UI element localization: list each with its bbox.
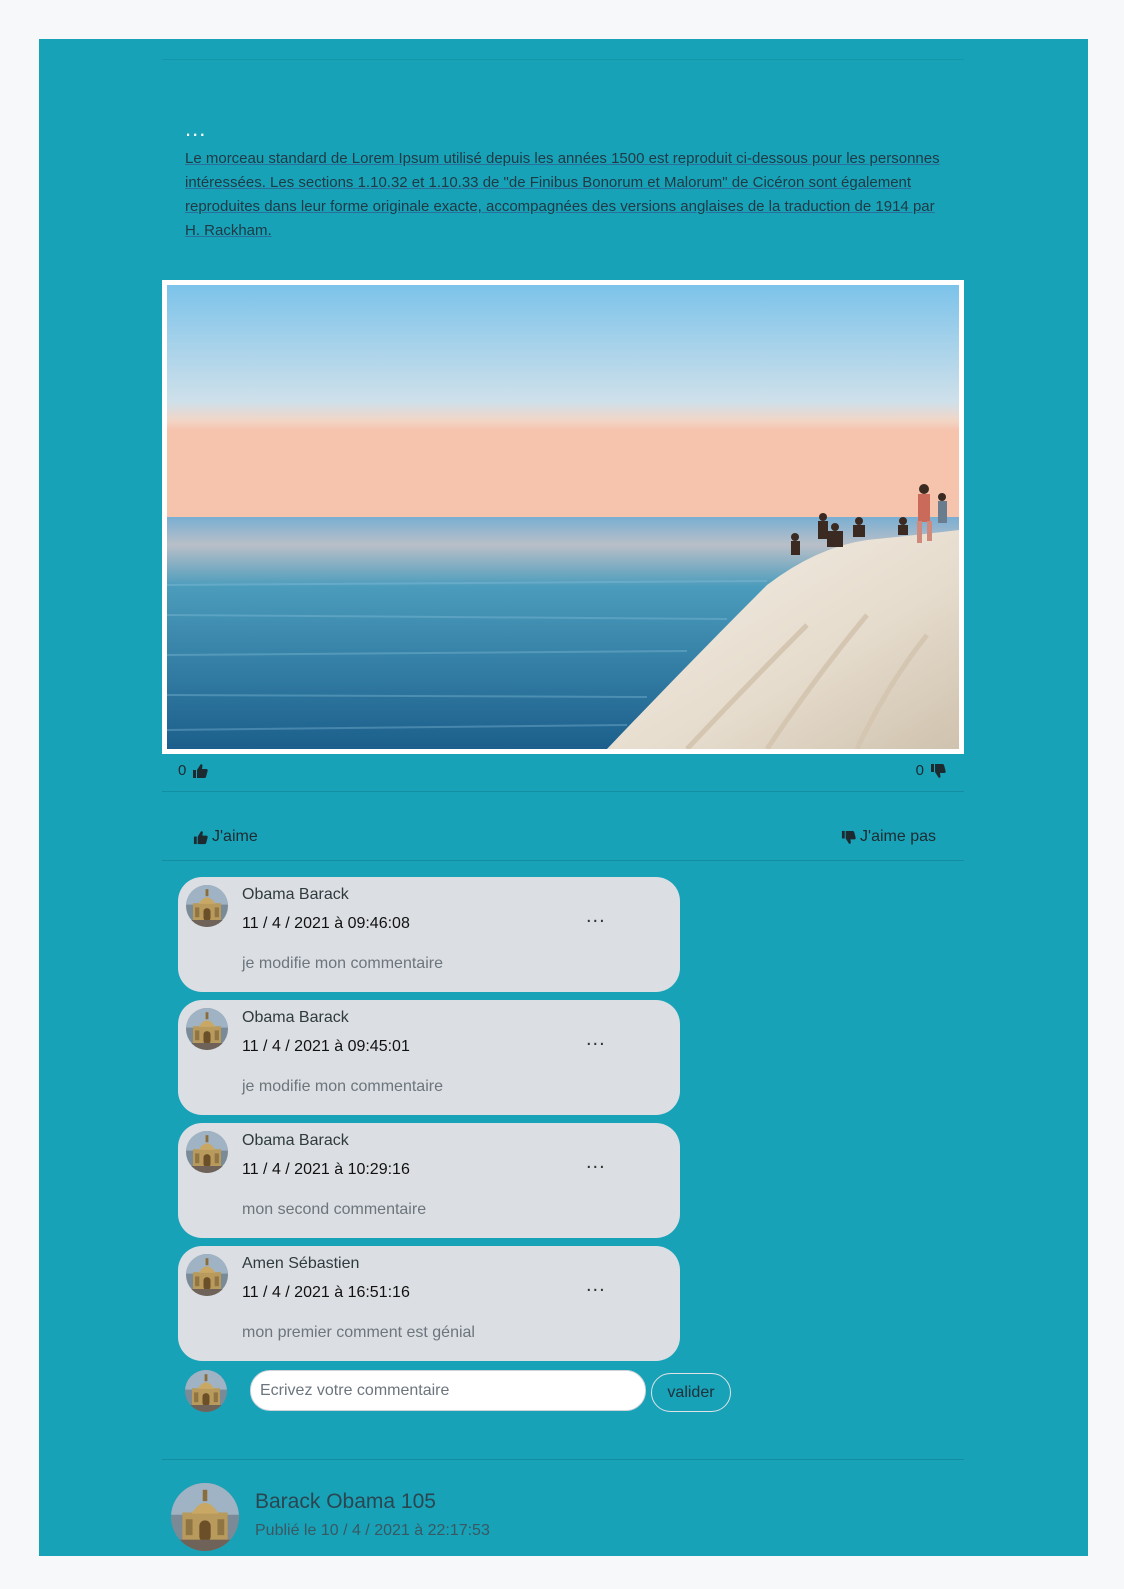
- comment-text: mon second commentaire: [242, 1201, 427, 1218]
- avatar: [186, 885, 228, 927]
- like-button[interactable]: J'aime: [193, 828, 258, 846]
- comment: Amen Sébastien 11 / 4 / 2021 à 16:51:16 …: [178, 1246, 680, 1361]
- thumbs-up-icon: [193, 763, 209, 778]
- comment-date: 11 / 4 / 2021 à 09:46:08: [242, 915, 410, 932]
- post-image: [162, 280, 964, 754]
- comment: Obama Barack 11 / 4 / 2021 à 10:29:16 ..…: [178, 1123, 680, 1238]
- dislikes-counter: 0: [916, 762, 946, 779]
- thumbs-up-icon: [193, 830, 208, 844]
- avatar: [186, 1131, 228, 1173]
- submit-comment-button[interactable]: valider: [651, 1373, 731, 1412]
- comment-author: Obama Barack: [242, 886, 349, 903]
- post-text: Le morceau standard de Lorem Ipsum utili…: [185, 150, 940, 239]
- avatar: [186, 1254, 228, 1296]
- like-button-label: J'aime: [212, 828, 258, 845]
- comment-text: mon premier comment est génial: [242, 1324, 475, 1341]
- likes-count: 0: [178, 762, 187, 779]
- post-options-button[interactable]: ...: [185, 118, 206, 140]
- comment-input[interactable]: [250, 1370, 646, 1411]
- comment: Obama Barack 11 / 4 / 2021 à 09:46:08 ..…: [178, 877, 680, 992]
- reaction-counts: 0 0: [162, 762, 964, 784]
- new-comment-form: valider: [162, 1370, 964, 1414]
- avatar[interactable]: [171, 1483, 239, 1551]
- comment-author: Amen Sébastien: [242, 1255, 360, 1272]
- avatar: [186, 1008, 228, 1050]
- post-author[interactable]: Barack Obama 105: [255, 1490, 436, 1514]
- comment-options-button[interactable]: ...: [586, 1028, 606, 1051]
- comment-options-button[interactable]: ...: [586, 905, 606, 928]
- comment-author: Obama Barack: [242, 1009, 349, 1026]
- comment-options-button[interactable]: ...: [586, 1151, 606, 1174]
- dislikes-count: 0: [915, 762, 924, 779]
- comment-options-button[interactable]: ...: [586, 1274, 606, 1297]
- page-background: ... Le morceau standard de Lorem Ipsum u…: [39, 39, 1088, 1556]
- comment-text: je modifie mon commentaire: [242, 1078, 443, 1095]
- divider: [162, 59, 964, 60]
- thumbs-down-icon: [931, 763, 946, 778]
- dislike-button[interactable]: J'aime pas: [841, 828, 936, 846]
- next-post-header: Barack Obama 105 Publié le 10 / 4 / 2021…: [162, 1458, 964, 1556]
- comment: Obama Barack 11 / 4 / 2021 à 09:45:01 ..…: [178, 1000, 680, 1115]
- divider: [162, 791, 964, 792]
- likes-counter: 0: [178, 762, 209, 779]
- avatar: [185, 1370, 227, 1412]
- divider: [162, 860, 964, 861]
- post-card: ... Le morceau standard de Lorem Ipsum u…: [162, 59, 964, 1556]
- comment-date: 11 / 4 / 2021 à 10:29:16: [242, 1161, 410, 1178]
- reaction-actions: J'aime J'aime pas: [162, 828, 964, 852]
- dislike-button-label: J'aime pas: [860, 828, 936, 845]
- comment-author: Obama Barack: [242, 1132, 349, 1149]
- post-date: Publié le 10 / 4 / 2021 à 22:17:53: [255, 1522, 490, 1539]
- comment-text: je modifie mon commentaire: [242, 955, 443, 972]
- comment-date: 11 / 4 / 2021 à 16:51:16: [242, 1284, 410, 1301]
- comment-date: 11 / 4 / 2021 à 09:45:01: [242, 1038, 410, 1055]
- thumbs-down-icon: [841, 830, 856, 844]
